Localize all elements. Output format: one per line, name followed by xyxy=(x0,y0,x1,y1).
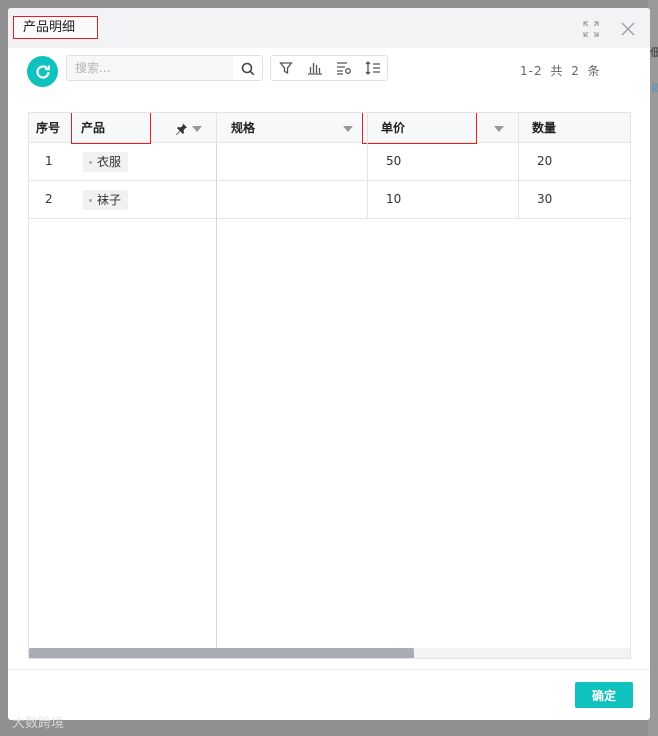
cell-price: 50 xyxy=(386,154,402,168)
cell-price: 10 xyxy=(386,192,402,206)
footer-divider xyxy=(8,669,650,670)
column-header-spec[interactable]: 规格 xyxy=(231,113,255,143)
refresh-icon xyxy=(35,64,50,79)
filter-icon[interactable] xyxy=(271,56,300,80)
bar-chart-icon[interactable] xyxy=(300,56,329,80)
settings-table-icon[interactable] xyxy=(329,56,358,80)
product-tag: 衣服 xyxy=(83,152,129,172)
horizontal-scrollbar-thumb[interactable] xyxy=(29,648,414,658)
product-tag: 袜子 xyxy=(83,190,129,210)
watermark: 大数跨境 xyxy=(12,716,65,731)
toolbar: 1-2 共 2 条 xyxy=(8,52,650,88)
product-table: 序号 产品 规格 单价 数量 1 衣服 50 20 2 袜子 10 30 xyxy=(28,112,631,659)
table-row[interactable]: 2 袜子 10 30 xyxy=(29,181,630,219)
column-header-index: 序号 xyxy=(36,121,61,135)
backdrop-text: 佃 xyxy=(650,46,658,59)
table-row[interactable]: 1 衣服 50 20 xyxy=(29,143,630,181)
chevron-down-icon[interactable] xyxy=(343,126,353,132)
cell-index: 2 xyxy=(45,192,53,206)
cell-qty: 20 xyxy=(537,154,553,168)
highlight-box-product xyxy=(71,113,151,144)
pagination-summary: 1-2 共 2 条 xyxy=(520,64,601,78)
cell-index: 1 xyxy=(45,154,53,168)
chevron-down-icon[interactable] xyxy=(192,126,202,132)
chevron-down-icon[interactable] xyxy=(494,126,504,132)
pin-icon[interactable] xyxy=(174,122,188,136)
expand-icon[interactable] xyxy=(582,20,600,38)
backdrop-link-text: 贝 xyxy=(651,84,658,95)
table-header: 序号 产品 规格 单价 数量 xyxy=(29,113,630,144)
dialog-title: 产品明细 xyxy=(13,16,98,39)
column-divider xyxy=(216,113,217,143)
refresh-button[interactable] xyxy=(27,56,58,87)
dialog-header: 产品明细 xyxy=(8,8,650,48)
column-header-qty[interactable]: 数量 xyxy=(532,113,556,143)
table-tools xyxy=(270,55,388,81)
search-input[interactable] xyxy=(67,56,233,80)
search-box xyxy=(66,55,263,81)
frozen-column-divider xyxy=(216,143,217,648)
search-icon[interactable] xyxy=(239,60,257,78)
highlight-box-price xyxy=(362,113,477,144)
close-icon[interactable] xyxy=(619,20,637,38)
confirm-button[interactable]: 确定 xyxy=(575,682,633,708)
sort-icon[interactable] xyxy=(358,56,387,80)
product-detail-dialog: 产品明细 搜索... 1-2 共 2 条 序号 产品 规格 单价 数量 1 衣服… xyxy=(8,8,650,720)
cell-qty: 30 xyxy=(537,192,553,206)
